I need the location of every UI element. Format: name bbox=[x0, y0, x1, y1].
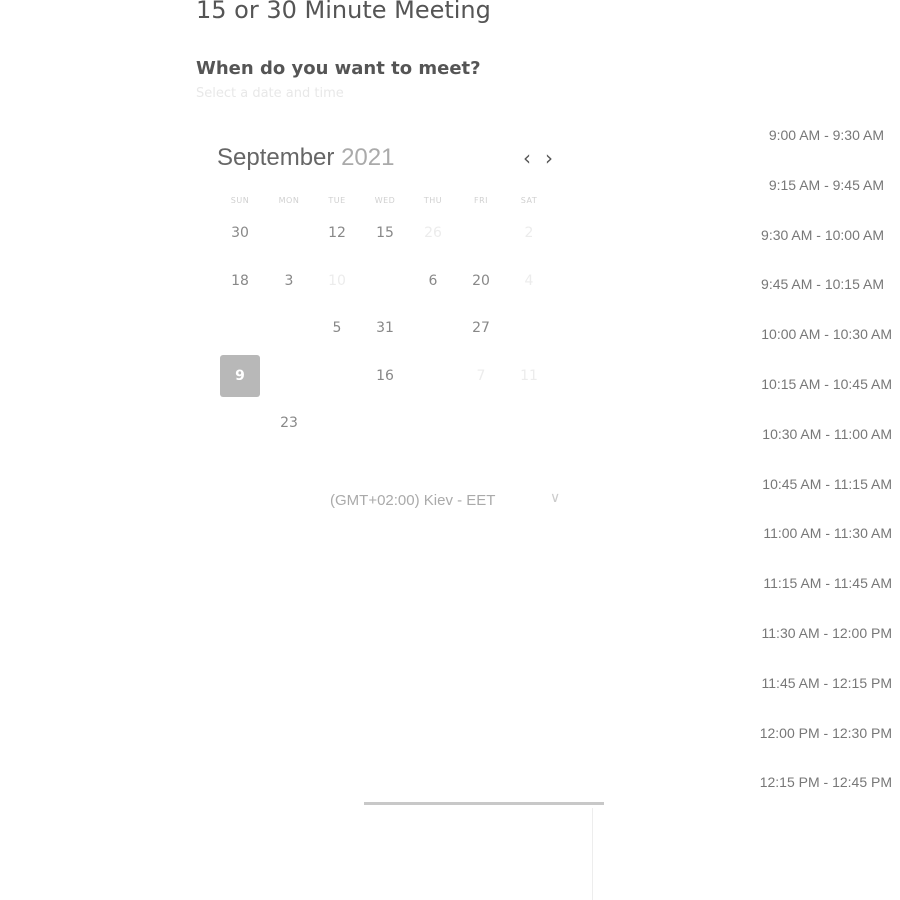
bottom-divider bbox=[364, 802, 604, 805]
month-name: September bbox=[217, 144, 335, 171]
calendar-day: 11 bbox=[520, 368, 538, 384]
booking-question: When do you want to meet? bbox=[196, 58, 481, 79]
page-title: 15 or 30 Minute Meeting bbox=[196, 0, 491, 24]
calendar-day: 2 bbox=[524, 225, 534, 241]
time-slot-button[interactable]: 9:30 AM - 10:00 AM bbox=[761, 227, 884, 243]
time-slot-button[interactable]: 12:15 PM - 12:45 PM bbox=[760, 774, 892, 790]
time-slot-button[interactable]: 12:00 PM - 12:30 PM bbox=[760, 725, 892, 741]
chevron-right-icon[interactable]: › bbox=[539, 146, 559, 170]
calendar-day[interactable]: 20 bbox=[461, 260, 501, 302]
weekday-tue: TUE bbox=[328, 196, 346, 205]
time-slot-button[interactable]: 11:00 AM - 11:30 AM bbox=[763, 525, 892, 541]
calendar-day: 7 bbox=[476, 368, 486, 384]
calendar-day-selected[interactable]: 9 bbox=[220, 355, 260, 397]
calendar-day[interactable]: 3 bbox=[269, 260, 309, 302]
calendar-day[interactable]: 31 bbox=[365, 307, 405, 349]
weekday-fri: FRI bbox=[473, 196, 489, 205]
calendar-day[interactable]: 23 bbox=[269, 402, 309, 444]
time-slot-button[interactable]: 10:00 AM - 10:30 AM bbox=[761, 326, 892, 342]
weekday-sun: SUN bbox=[230, 196, 250, 205]
calendar-day[interactable]: 16 bbox=[365, 355, 405, 397]
calendar-day: 26 bbox=[424, 225, 442, 241]
chevron-left-icon[interactable]: ‹ bbox=[517, 146, 537, 170]
time-slot-button[interactable]: 9:45 AM - 10:15 AM bbox=[761, 276, 884, 292]
chevron-down-icon: ∨ bbox=[550, 490, 561, 506]
calendar-day[interactable]: 5 bbox=[317, 307, 357, 349]
calendar-day[interactable]: 12 bbox=[317, 212, 357, 254]
weekday-mon: MON bbox=[278, 196, 300, 205]
calendar-day[interactable]: 6 bbox=[413, 260, 453, 302]
year-label: 2021 bbox=[341, 144, 395, 171]
time-slot-button[interactable]: 11:15 AM - 11:45 AM bbox=[763, 575, 892, 591]
time-slot-button[interactable]: 10:45 AM - 11:15 AM bbox=[762, 476, 892, 492]
calendar-day: 10 bbox=[328, 273, 346, 289]
calendar-day[interactable]: 15 bbox=[365, 212, 405, 254]
calendar-day[interactable]: 18 bbox=[220, 260, 260, 302]
calendar-day[interactable]: 27 bbox=[461, 307, 501, 349]
booking-subtitle: Select a date and time bbox=[196, 86, 344, 101]
weekday-thu: THU bbox=[423, 196, 443, 205]
time-slot-button[interactable]: 11:30 AM - 12:00 PM bbox=[762, 625, 892, 641]
calendar-day: 4 bbox=[524, 273, 534, 289]
timezone-label: (GMT+02:00) Kiev - EET bbox=[330, 492, 496, 509]
month-title: September 2021 bbox=[217, 144, 394, 172]
timezone-selector[interactable]: (GMT+02:00) Kiev - EET ∨ bbox=[330, 490, 570, 510]
weekday-sat: SAT bbox=[520, 196, 538, 205]
vertical-divider bbox=[592, 808, 593, 900]
time-slot-button[interactable]: 11:45 AM - 12:15 PM bbox=[762, 675, 892, 691]
time-slot-button[interactable]: 9:00 AM - 9:30 AM bbox=[769, 127, 884, 143]
weekday-wed: WED bbox=[374, 196, 396, 205]
calendar-day[interactable]: 30 bbox=[220, 212, 260, 254]
time-slot-button[interactable]: 10:30 AM - 11:00 AM bbox=[762, 426, 892, 442]
time-slot-button[interactable]: 9:15 AM - 9:45 AM bbox=[769, 177, 884, 193]
time-slot-button[interactable]: 10:15 AM - 10:45 AM bbox=[761, 376, 892, 392]
